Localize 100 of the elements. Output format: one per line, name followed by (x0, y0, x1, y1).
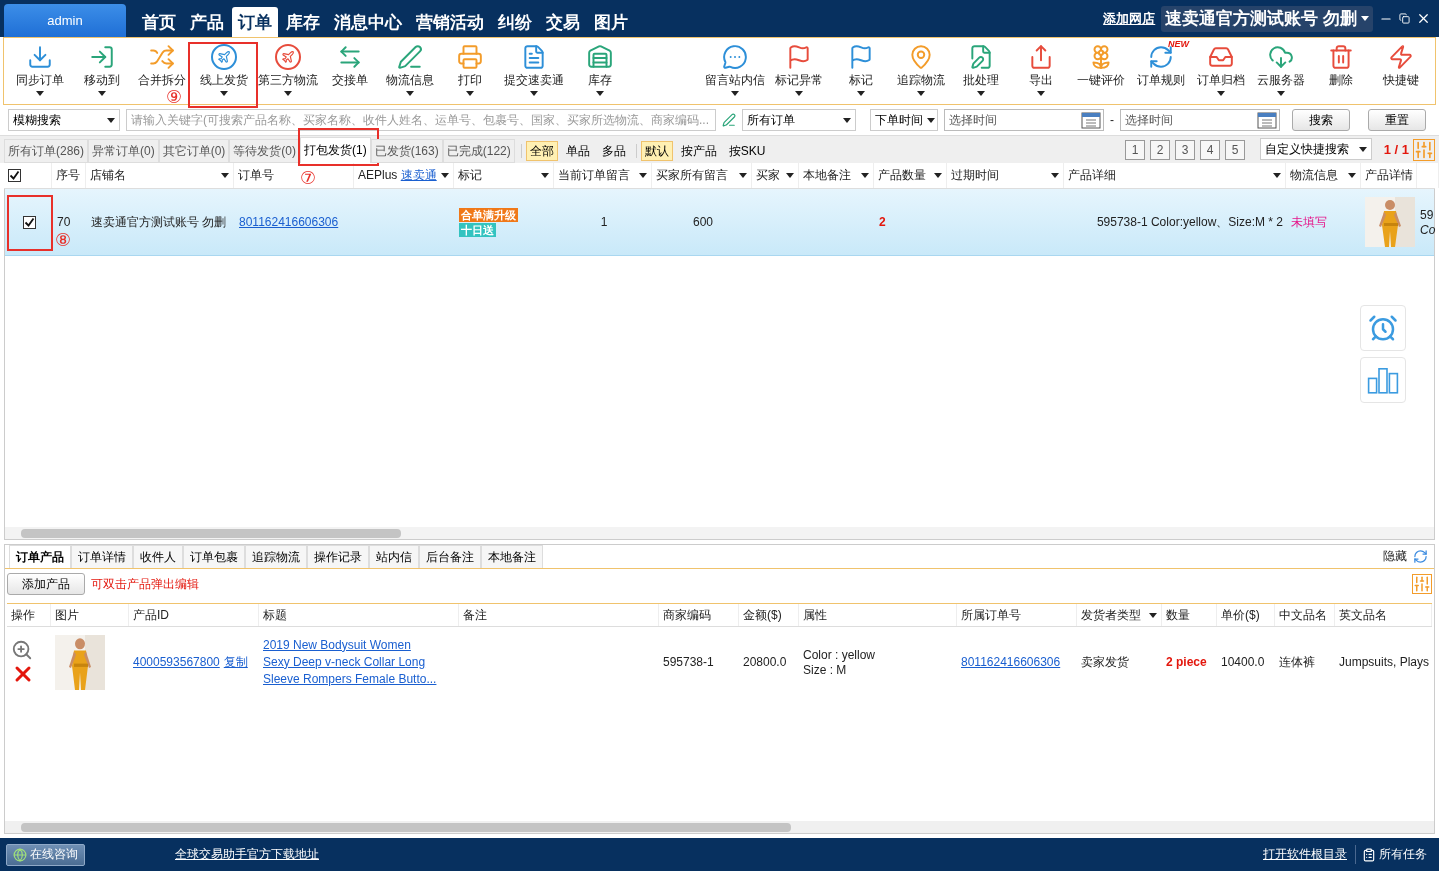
calendar-icon[interactable] (1257, 111, 1277, 129)
toolbar-button[interactable]: 第三方物流 (256, 38, 320, 104)
page-button[interactable]: 3 (1174, 140, 1195, 160)
horizontal-scrollbar[interactable] (5, 527, 1434, 539)
toolbar-button[interactable]: 提交速卖通 (500, 38, 568, 104)
detail-tab[interactable]: 订单详情 (71, 545, 133, 568)
detail-tab[interactable]: 操作记录 (307, 545, 369, 568)
detail-tab[interactable]: 订单产品 (9, 545, 71, 568)
pen-icon[interactable] (722, 113, 736, 127)
horizontal-scrollbar[interactable] (5, 821, 1434, 833)
menu-tab[interactable]: 订单 (232, 7, 278, 37)
flag-icon (848, 44, 874, 70)
search-mode-select[interactable]: 模糊搜索 (8, 109, 120, 131)
calendar-icon[interactable] (1081, 111, 1101, 129)
menu-tab[interactable]: 首页 (136, 7, 182, 37)
order-row[interactable]: ⑧ 70 速卖通官方测试账号 勿删 801162416606306 合单满升级 十日送 1 600 2 595738-1 Color:yellow、Size:M * 2 未填写 59 Co (5, 189, 1434, 256)
toolbar-button[interactable]: 交接单 (320, 38, 380, 104)
menu-tab[interactable]: 消息中心 (328, 7, 408, 37)
detail-tab[interactable]: 本地备注 (481, 545, 543, 568)
order-number-link[interactable]: 801162416606306 (961, 655, 1061, 669)
consult-button[interactable]: 在线咨询 (6, 843, 85, 866)
date-from-field[interactable]: 选择时间 (944, 109, 1104, 131)
menu-tab[interactable]: 产品 (184, 7, 230, 37)
quick-search-select[interactable]: 自定义快捷搜索 (1259, 138, 1372, 160)
add-store-link[interactable]: 添加网店 (1103, 9, 1156, 28)
tasks-button[interactable]: 所有任务 (1355, 845, 1433, 864)
page-button[interactable]: 5 (1224, 140, 1245, 160)
toolbar-button[interactable]: 一键评价 (1071, 38, 1131, 104)
time-type-select[interactable]: 下单时间 (870, 109, 938, 131)
filter-chip[interactable]: 按SKU (724, 141, 770, 161)
restore-icon[interactable] (1399, 13, 1410, 24)
refresh-icon[interactable] (1413, 549, 1428, 564)
toolbar-button[interactable]: 物流信息 (380, 38, 440, 104)
status-tab[interactable]: 已发货(163) (370, 139, 443, 163)
filter-chip[interactable]: 按产品 (676, 141, 721, 161)
toolbar-button[interactable]: 快捷键 (1371, 38, 1431, 104)
detail-tab[interactable]: 订单包裹 (183, 545, 245, 568)
date-to-field[interactable]: 选择时间 (1120, 109, 1280, 131)
settings-icon[interactable] (1412, 574, 1432, 594)
detail-tab[interactable]: 收件人 (133, 545, 183, 568)
column-header: 操作 (11, 606, 35, 624)
account-select[interactable]: 速卖通官方测试账号 勿删 (1161, 5, 1373, 32)
chart-button[interactable] (1360, 357, 1406, 403)
filter-chip[interactable]: 默认 (640, 141, 673, 161)
status-tab[interactable]: 所有订单(286) (4, 139, 88, 163)
reset-button[interactable]: 重置 (1368, 109, 1426, 131)
zoom-icon[interactable] (11, 638, 33, 661)
filter-chip[interactable]: 单品 (561, 141, 594, 161)
copy-link[interactable]: 复制 (223, 653, 248, 671)
toolbar-button[interactable]: 批处理 (951, 38, 1011, 104)
toolbar-button[interactable]: 标记 (831, 38, 891, 104)
toolbar-button[interactable]: 同步订单 (8, 38, 72, 104)
filter-chip[interactable]: 全部 (525, 141, 558, 161)
toolbar-button[interactable]: 导出 (1011, 38, 1071, 104)
product-id-link[interactable]: 4000593567800 (133, 655, 220, 669)
order-filter-select[interactable]: 所有订单 (742, 109, 856, 131)
toolbar-button[interactable]: 追踪物流 (891, 38, 951, 104)
toolbar-button[interactable]: 库存 (568, 38, 632, 104)
toolbar-button[interactable]: 标记异常 (767, 38, 831, 104)
toolbar-button[interactable]: 移动到 (72, 38, 132, 104)
checkbox[interactable] (8, 169, 21, 182)
toolbar-button[interactable]: 打印 (440, 38, 500, 104)
menu-tab[interactable]: 交易 (540, 7, 586, 37)
filter-chip[interactable]: 多品 (597, 141, 630, 161)
status-tab[interactable]: 其它订单(0) (158, 139, 230, 163)
page-button[interactable]: 4 (1199, 140, 1220, 160)
hide-link[interactable]: 隐藏 (1383, 548, 1407, 565)
add-product-button[interactable]: 添加产品 (7, 573, 85, 595)
menu-tab[interactable]: 纠纷 (492, 7, 538, 37)
toolbar-button[interactable]: 删除 (1311, 38, 1371, 104)
menu-tab[interactable]: 图片 (588, 7, 634, 37)
status-tab[interactable]: 等待发货(0) (229, 139, 301, 163)
detail-tab[interactable]: 追踪物流 (245, 545, 307, 568)
open-folder-link[interactable]: 打开软件根目录 (1263, 846, 1347, 863)
toolbar-button[interactable]: 订单归档 (1191, 38, 1251, 104)
detail-tab[interactable]: 后台备注 (419, 545, 481, 568)
status-tab[interactable]: 已完成(122) (442, 139, 515, 163)
alarm-button[interactable] (1360, 305, 1406, 351)
caret-icon (1358, 146, 1367, 152)
checkbox[interactable] (22, 215, 36, 229)
toolbar-button[interactable]: 线上发货 (192, 38, 256, 104)
close-icon[interactable] (1416, 11, 1431, 26)
column-header-link[interactable]: 速卖通 (400, 168, 437, 182)
search-button[interactable]: 搜索 (1292, 109, 1350, 131)
menu-tab[interactable]: 营销活动 (410, 7, 490, 37)
toolbar-button[interactable]: 云服务器 (1251, 38, 1311, 104)
column-header: 本地备注 (803, 167, 851, 184)
page-button[interactable]: 2 (1149, 140, 1170, 160)
order-number-link[interactable]: 801162416606306 (239, 215, 339, 229)
page-button[interactable]: 1 (1124, 140, 1145, 160)
toolbar-button[interactable]: 留言站内信 (703, 38, 767, 104)
user-tab[interactable]: admin (4, 4, 126, 37)
table-cell: 未填写 (1291, 213, 1327, 231)
product-title-link[interactable]: 2019 New Bodysuit Women Sexy Deep v-neck Collar Long Sleeve Rompers Female Butto... (263, 636, 437, 688)
menu-tab[interactable]: 库存 (280, 7, 326, 37)
status-tab[interactable]: 打包发货(1) (300, 137, 371, 163)
download-link[interactable]: 全球交易助手官方下载地址 (175, 846, 319, 863)
detail-tab[interactable]: 站内信 (369, 545, 419, 568)
keyword-field[interactable]: 请输入关键字(可搜索产品名称、买家名称、收件人姓名、运单号、包裹号、国家、买家所选物流、商家编码... (126, 109, 716, 131)
status-tab[interactable]: 异常订单(0) (88, 139, 159, 163)
